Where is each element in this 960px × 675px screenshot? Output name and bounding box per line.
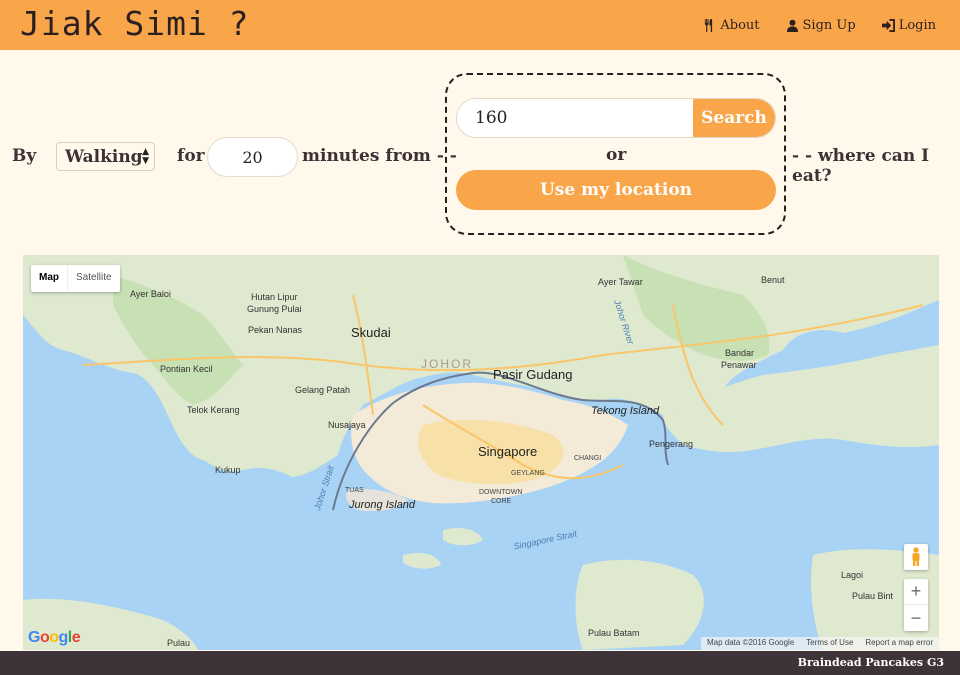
map-label: Ayer Tawar bbox=[598, 277, 643, 287]
zoom-control: + − bbox=[904, 579, 928, 631]
nav-menu: About Sign Up Login bbox=[703, 18, 936, 33]
map-attribution: Map data ©2016 Google Terms of Use Repor… bbox=[700, 637, 939, 650]
map-label: Kukup bbox=[215, 465, 241, 475]
map-label: Gunung Pulai bbox=[247, 304, 302, 314]
map-label: CHANGI bbox=[574, 455, 602, 462]
brand-logo[interactable]: Jiak Simi ? bbox=[20, 4, 250, 43]
map-label: Pontian Kecil bbox=[160, 364, 213, 374]
use-my-location-button[interactable]: Use my location bbox=[456, 170, 776, 210]
map-label: Singapore bbox=[478, 444, 538, 459]
select-arrows-icon: ▲ ▼ bbox=[142, 147, 149, 166]
nav-signup-link[interactable]: Sign Up bbox=[786, 18, 856, 33]
map-label: Pekan Nanas bbox=[248, 325, 303, 335]
map-label: Benut bbox=[761, 275, 785, 285]
map-label: Pulau bbox=[167, 638, 191, 648]
map-type-satellite-button[interactable]: Satellite bbox=[67, 265, 120, 292]
street-view-pegman-icon[interactable] bbox=[904, 544, 928, 570]
map-label: Gelang Patah bbox=[295, 385, 351, 395]
where-can-i-eat-label: - - where can I eat? bbox=[792, 146, 930, 186]
map-label: CORE bbox=[491, 498, 512, 505]
nav-login-link[interactable]: Login bbox=[881, 18, 936, 33]
for-label: for bbox=[177, 146, 205, 166]
map-label: Ayer Baloi bbox=[130, 289, 171, 299]
map-canvas[interactable]: Map Satellite Ayer Baloi Hutan Lipur Gun… bbox=[23, 255, 939, 650]
map-type-map-button[interactable]: Map bbox=[31, 265, 67, 292]
login-icon bbox=[881, 19, 895, 32]
nav-about-link[interactable]: About bbox=[703, 18, 760, 33]
search-group: Search bbox=[456, 98, 776, 138]
search-button[interactable]: Search bbox=[693, 99, 775, 137]
map-label: Penawar bbox=[721, 360, 757, 370]
map-label: Nusajaya bbox=[328, 420, 366, 430]
footer-credit: Braindead Pancakes G3 bbox=[797, 656, 944, 669]
cutlery-icon bbox=[705, 19, 713, 32]
user-icon bbox=[786, 19, 798, 32]
map-type-control: Map Satellite bbox=[31, 265, 120, 292]
report-map-error-link[interactable]: Report a map error bbox=[865, 638, 933, 649]
map-label: Tekong Island bbox=[591, 405, 660, 417]
map-label: TUAS bbox=[345, 487, 364, 494]
map-data-text: Map data ©2016 Google bbox=[706, 638, 795, 647]
zoom-out-button[interactable]: − bbox=[904, 605, 928, 631]
location-search-input[interactable] bbox=[457, 99, 695, 137]
map-label: JOHOR bbox=[421, 357, 473, 371]
by-label: By bbox=[12, 146, 37, 166]
nav-about-label: About bbox=[720, 18, 760, 33]
nav-signup-label: Sign Up bbox=[802, 18, 856, 33]
map-label: Pulau Batam bbox=[588, 628, 640, 638]
minutes-from-label: minutes from - - bbox=[302, 146, 457, 166]
google-logo[interactable]: Google bbox=[28, 629, 81, 647]
terms-of-use-link[interactable]: Terms of Use bbox=[806, 638, 853, 649]
map-label: Bandar bbox=[725, 348, 755, 358]
footer: Braindead Pancakes G3 bbox=[0, 651, 960, 675]
map-label: Skudai bbox=[351, 325, 391, 340]
map-label: Pengerang bbox=[649, 439, 694, 449]
nav-login-label: Login bbox=[898, 18, 936, 33]
map-label: Pulau Bint bbox=[852, 591, 894, 601]
map-label: Telok Kerang bbox=[187, 405, 240, 415]
map-label: Jurong Island bbox=[349, 499, 416, 511]
zoom-in-button[interactable]: + bbox=[904, 579, 928, 605]
travel-mode-select[interactable]: Walking ▲ ▼ bbox=[56, 142, 155, 171]
map-label: DOWNTOWN bbox=[479, 489, 523, 496]
travel-mode-value: Walking bbox=[65, 146, 143, 167]
or-label: or bbox=[606, 145, 627, 165]
top-navbar: Jiak Simi ? About Sign Up Login bbox=[0, 0, 960, 50]
map-label: Lagoi bbox=[841, 570, 864, 580]
minutes-input[interactable] bbox=[207, 137, 298, 177]
map-label: Hutan Lipur bbox=[251, 292, 298, 302]
map-label: Pasir Gudang bbox=[493, 367, 573, 382]
map-label: GEYLANG bbox=[511, 470, 545, 477]
